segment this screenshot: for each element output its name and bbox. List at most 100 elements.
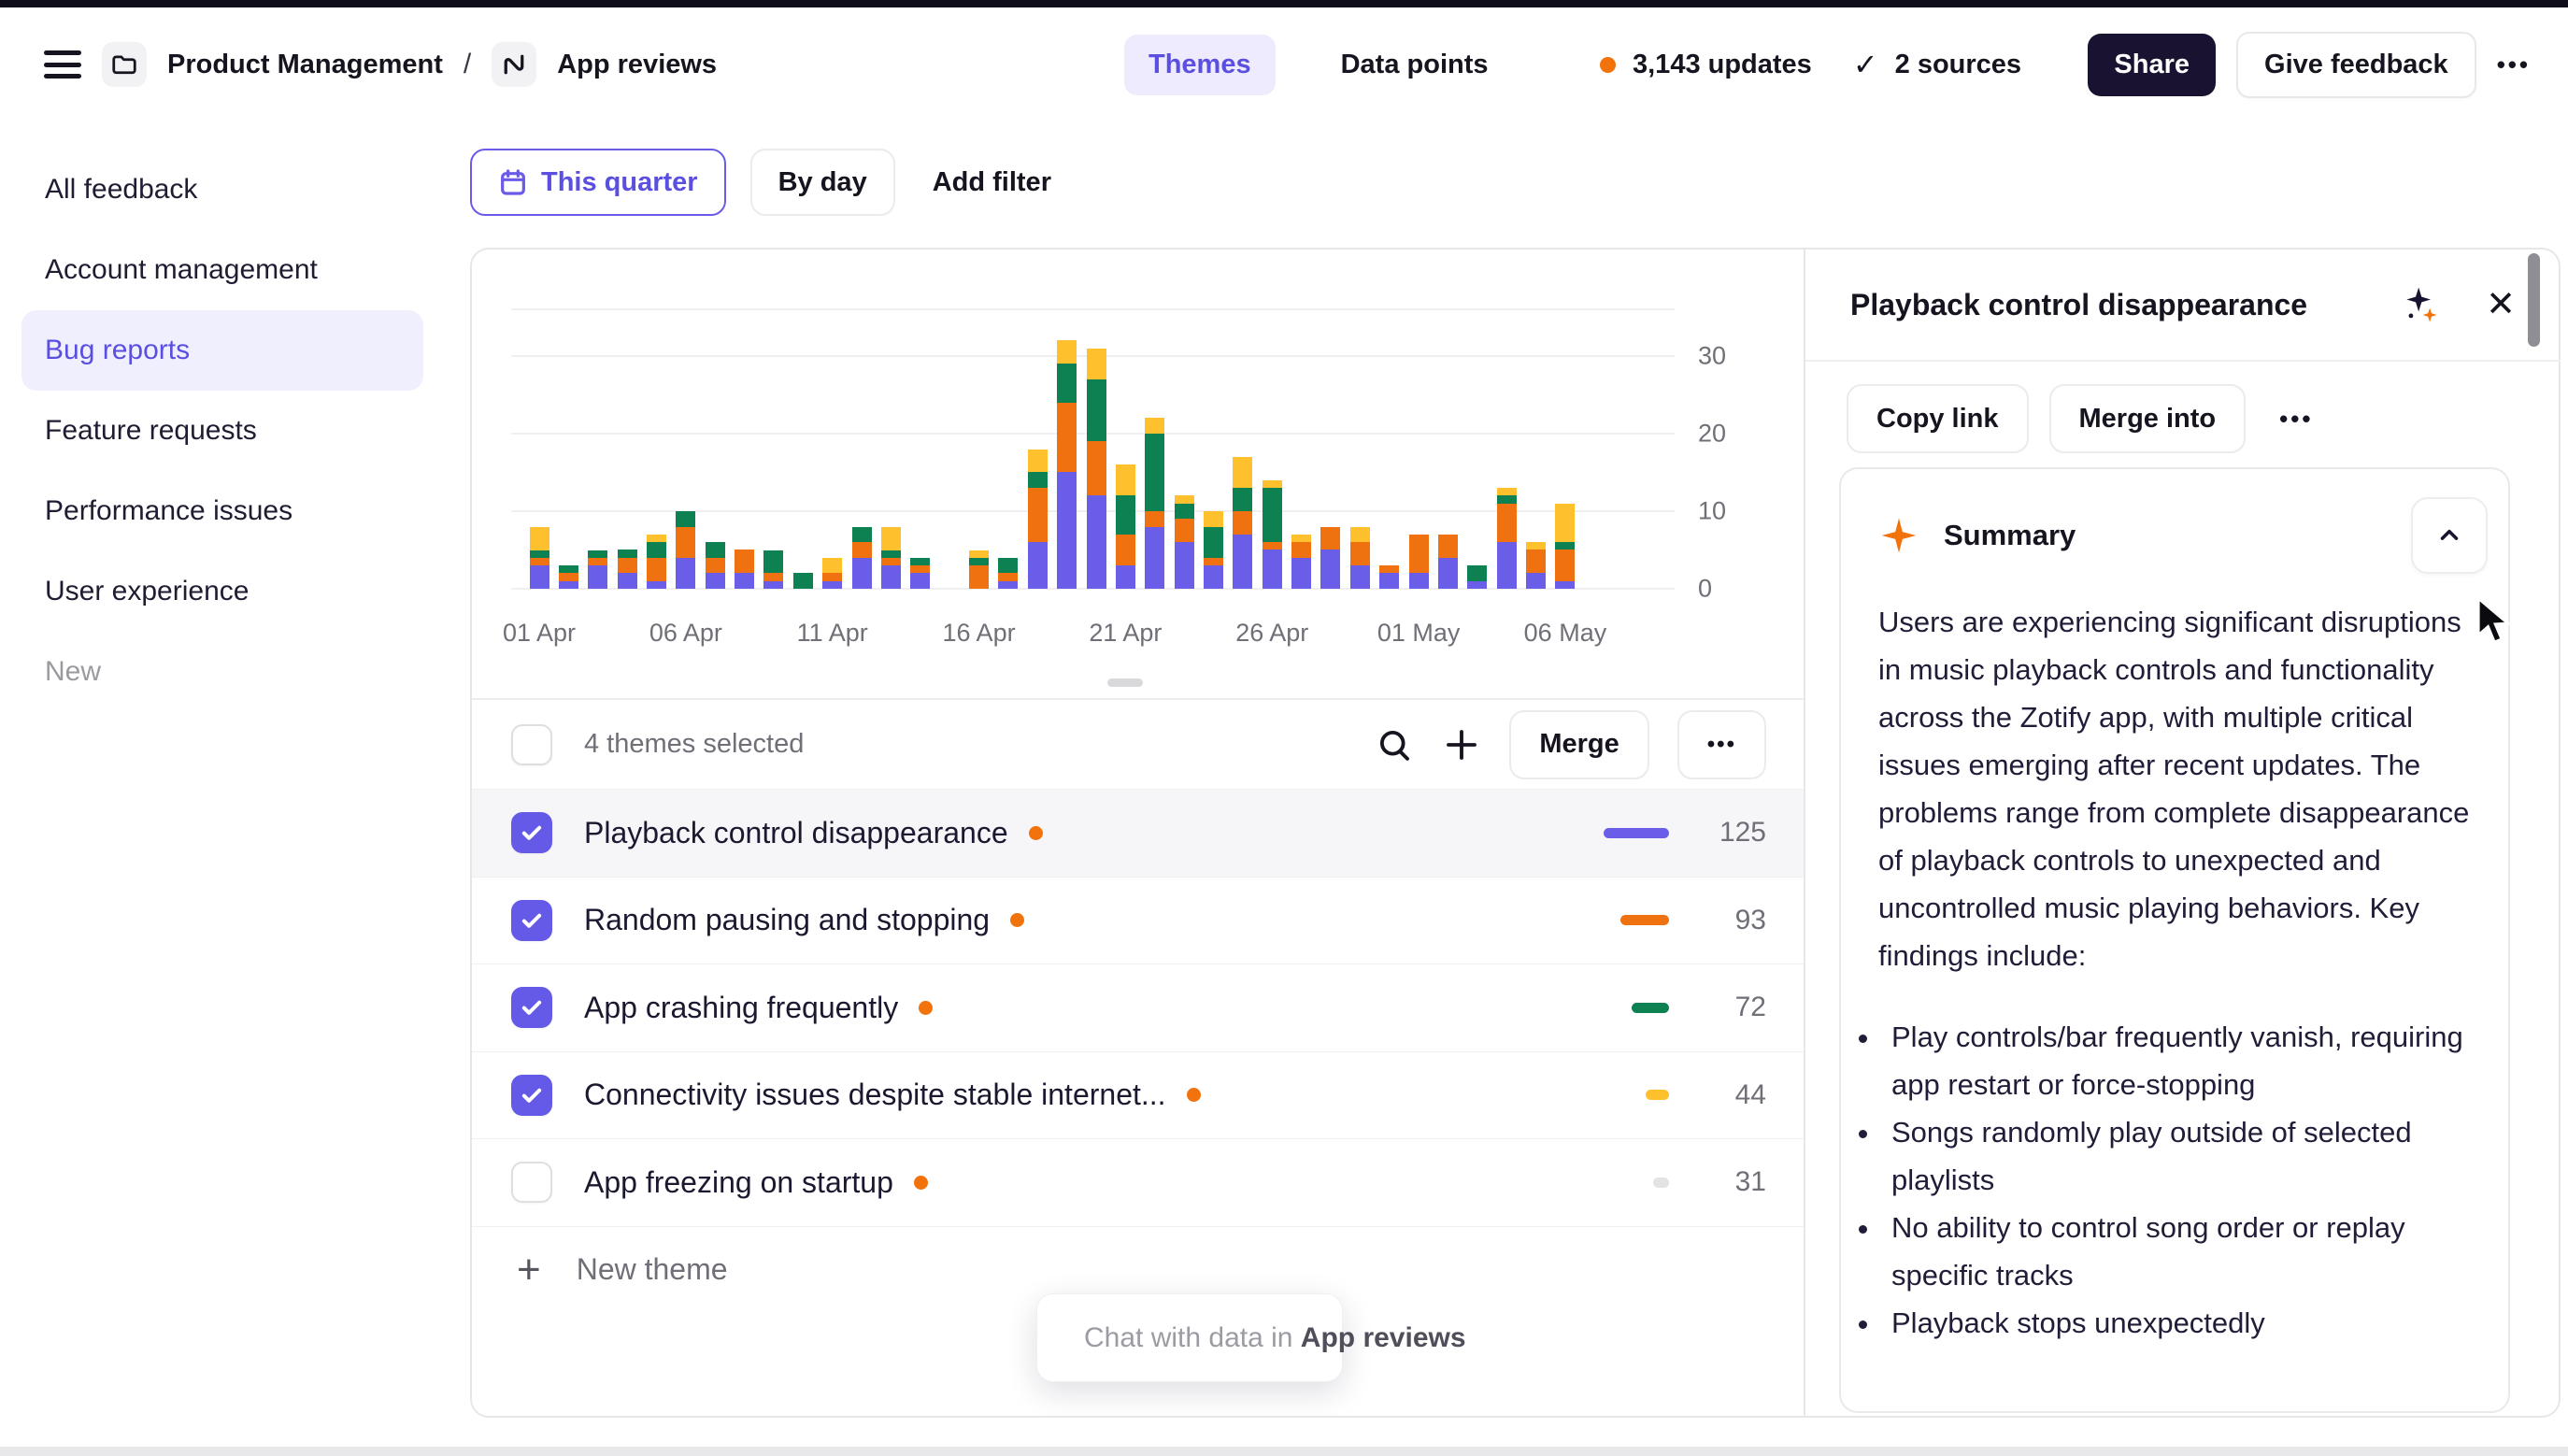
chart-bar-10-apr[interactable] (793, 573, 813, 589)
project-channel-chip[interactable] (492, 42, 536, 87)
bar-segment (706, 558, 725, 574)
check-icon (519, 907, 545, 934)
close-panel-icon[interactable]: ✕ (2486, 287, 2516, 322)
chart-bar-03-apr[interactable] (588, 550, 607, 590)
chart-bar-21-apr[interactable] (1116, 464, 1135, 589)
chart-bar-30-apr[interactable] (1379, 565, 1399, 589)
chart-bar-04-may[interactable] (1497, 488, 1517, 589)
chart-bar-11-apr[interactable] (822, 558, 842, 589)
breadcrumb-workspace[interactable]: Product Management (167, 50, 443, 80)
chart-bar-22-apr[interactable] (1145, 418, 1164, 589)
chart-bar-20-apr[interactable] (1087, 349, 1106, 589)
bar-segment (1555, 542, 1575, 550)
chart-bar-09-apr[interactable] (763, 550, 783, 590)
chart-bar-14-apr[interactable] (910, 558, 930, 589)
hamburger-menu-icon[interactable] (44, 50, 81, 79)
ai-sparkle-icon[interactable] (2400, 284, 2441, 325)
bar-segment (1204, 527, 1223, 558)
merge-button[interactable]: Merge (1509, 710, 1648, 779)
chart-resize-handle[interactable] (1107, 678, 1143, 687)
chart-bar-01-may[interactable] (1409, 535, 1429, 589)
theme-row[interactable]: Connectivity issues despite stable inter… (472, 1051, 1804, 1139)
chart-bar-19-apr[interactable] (1057, 340, 1077, 589)
theme-checkbox[interactable] (511, 900, 552, 941)
panel-more-button[interactable]: ••• (2279, 405, 2313, 434)
workspace-folder-chip[interactable] (102, 42, 147, 87)
sidebar-item-user-experience[interactable]: User experience (21, 551, 423, 632)
bar-segment (1175, 504, 1194, 520)
topbar-more-button[interactable]: ••• (2497, 50, 2531, 79)
theme-row[interactable]: App crashing frequently 72 (472, 964, 1804, 1051)
theme-checkbox[interactable] (511, 1162, 552, 1203)
chart-bar-25-apr[interactable] (1233, 457, 1252, 589)
share-button[interactable]: Share (2088, 34, 2216, 96)
sidebar-item-account-management[interactable]: Account management (21, 230, 423, 310)
x-axis-tick: 26 Apr (1235, 619, 1308, 648)
bar-segment (1175, 495, 1194, 503)
theme-row[interactable]: App freezing on startup 31 (472, 1138, 1804, 1226)
chart-bar-02-may[interactable] (1438, 535, 1458, 589)
chart-bar-29-apr[interactable] (1350, 527, 1370, 589)
bar-segment (969, 565, 989, 589)
bar-segment (1087, 441, 1106, 495)
updates-count[interactable]: 3,143 updates (1633, 50, 1812, 80)
chart-bar-26-apr[interactable] (1263, 480, 1282, 589)
chart-bar-24-apr[interactable] (1204, 511, 1223, 589)
x-axis-tick: 01 Apr (503, 619, 576, 648)
bar-segment (998, 581, 1018, 589)
chart-bar-07-apr[interactable] (706, 542, 725, 589)
breadcrumb-page[interactable]: App reviews (557, 50, 717, 80)
chart-bar-03-may[interactable] (1467, 565, 1487, 589)
search-icon[interactable] (1375, 725, 1414, 764)
list-more-button[interactable]: ••• (1677, 710, 1766, 779)
merge-into-button[interactable]: Merge into (2049, 384, 2247, 453)
chart-bar-16-apr[interactable] (969, 550, 989, 590)
bar-segment (1263, 480, 1282, 488)
chat-with-data-pill[interactable]: Chat with data in App reviews (1036, 1293, 1343, 1382)
bar-segment (910, 558, 930, 565)
sidebar-item-all-feedback[interactable]: All feedback (21, 150, 423, 230)
granularity-filter-button[interactable]: By day (750, 149, 895, 216)
add-filter-button[interactable]: Add filter (920, 149, 1064, 216)
select-all-checkbox[interactable] (511, 724, 552, 765)
sidebar-item-new[interactable]: New (21, 632, 423, 712)
theme-checkbox[interactable] (511, 1075, 552, 1116)
chart-bar-02-apr[interactable] (559, 565, 578, 589)
x-axis-tick: 21 Apr (1089, 619, 1162, 648)
add-theme-icon[interactable] (1442, 725, 1481, 764)
chart-bar-05-apr[interactable] (647, 535, 666, 589)
theme-row[interactable]: Random pausing and stopping 93 (472, 877, 1804, 964)
chart-bar-23-apr[interactable] (1175, 495, 1194, 589)
chart-bar-06-apr[interactable] (676, 511, 695, 589)
theme-volume-bar (1653, 1178, 1669, 1188)
bar-segment (1175, 542, 1194, 589)
give-feedback-button[interactable]: Give feedback (2236, 32, 2476, 98)
chart-bar-06-may[interactable] (1555, 504, 1575, 589)
panel-scrollbar-thumb[interactable] (2528, 253, 2540, 347)
theme-checkbox[interactable] (511, 812, 552, 853)
tab-themes[interactable]: Themes (1124, 35, 1276, 95)
chart-bar-12-apr[interactable] (852, 527, 872, 589)
chart-bar-27-apr[interactable] (1291, 535, 1311, 589)
chart-bar-01-apr[interactable] (530, 527, 549, 589)
chart-bar-17-apr[interactable] (998, 558, 1018, 589)
chart-bar-04-apr[interactable] (618, 550, 637, 589)
chart-bar-08-apr[interactable] (735, 550, 754, 589)
chart-bar-13-apr[interactable] (881, 527, 901, 589)
copy-link-button[interactable]: Copy link (1847, 384, 2029, 453)
sidebar-item-performance-issues[interactable]: Performance issues (21, 471, 423, 551)
chart-bar-28-apr[interactable] (1320, 527, 1340, 589)
sidebar-item-bug-reports[interactable]: Bug reports (21, 310, 423, 391)
collapse-summary-button[interactable] (2411, 497, 2488, 574)
bar-segment (530, 558, 549, 565)
date-range-filter-button[interactable]: This quarter (470, 149, 726, 216)
chart-bar-05-may[interactable] (1526, 542, 1546, 589)
mouse-cursor (2475, 596, 2521, 647)
sources-count[interactable]: 2 sources (1895, 50, 2021, 80)
chart-bar-18-apr[interactable] (1028, 450, 1048, 589)
tab-data-points[interactable]: Data points (1317, 35, 1513, 95)
theme-row[interactable]: Playback control disappearance 125 (472, 789, 1804, 877)
summary-header: Summary (1841, 469, 2508, 583)
theme-checkbox[interactable] (511, 987, 552, 1028)
sidebar-item-feature-requests[interactable]: Feature requests (21, 391, 423, 471)
